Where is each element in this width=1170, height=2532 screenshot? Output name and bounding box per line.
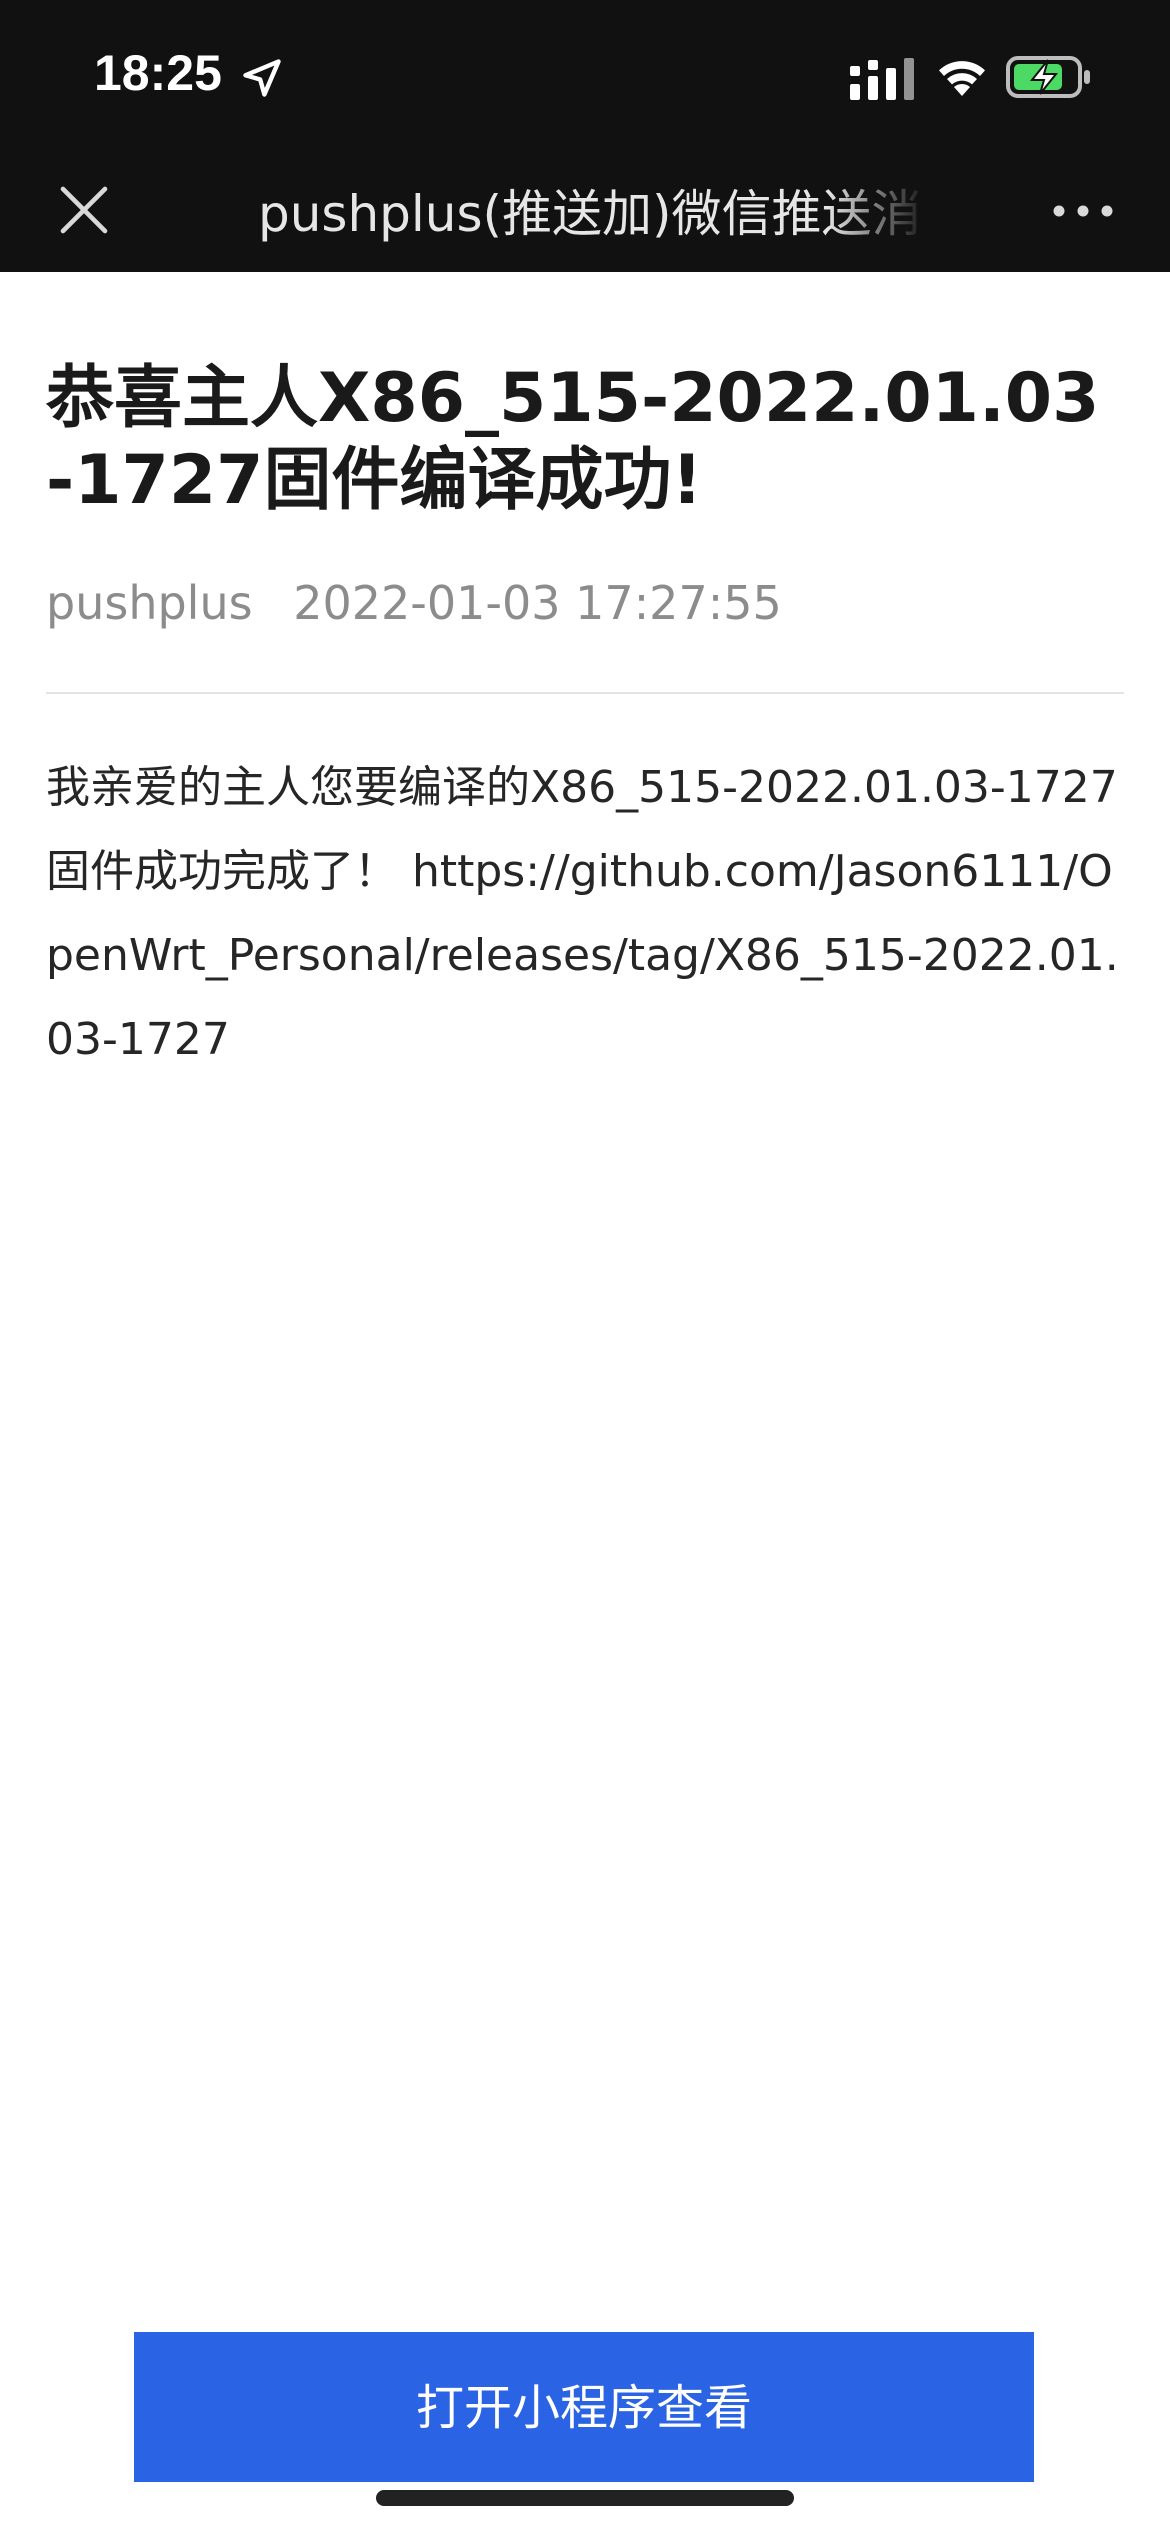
nav-title: pushplus(推送加)微信推送消 — [258, 185, 922, 243]
article-author[interactable]: pushplus — [46, 576, 253, 630]
status-bar: 18:25 — [0, 0, 1170, 160]
open-mini-program-button[interactable]: 打开小程序查看 — [134, 2332, 1034, 2482]
close-icon[interactable] — [56, 182, 112, 238]
status-time: 18:25 — [94, 45, 222, 101]
more-icon[interactable] — [1052, 196, 1114, 226]
article-body: 我亲爱的主人您要编译的X86_515-2022.01.03-1727固件成功完成… — [46, 762, 1119, 1065]
wifi-icon — [939, 61, 985, 96]
divider — [46, 692, 1124, 694]
location-arrow-icon — [243, 59, 281, 97]
home-indicator — [376, 2490, 794, 2506]
article-title: 恭喜主人X86_515-2022.01.03-1727固件编译成功! — [46, 359, 1100, 520]
wechat-article-screen: 18:25 pushplus(推送加)微信推送消 恭喜主人X86_515-202… — [0, 0, 1170, 2532]
battery-charging-icon — [1006, 56, 1090, 98]
article-datetime: 2022-01-03 17:27:55 — [293, 576, 782, 630]
nav-bar: pushplus(推送加)微信推送消 — [0, 160, 1170, 272]
signal-icon — [850, 58, 914, 100]
article-meta: pushplus 2022-01-03 17:27:55 — [46, 570, 782, 636]
